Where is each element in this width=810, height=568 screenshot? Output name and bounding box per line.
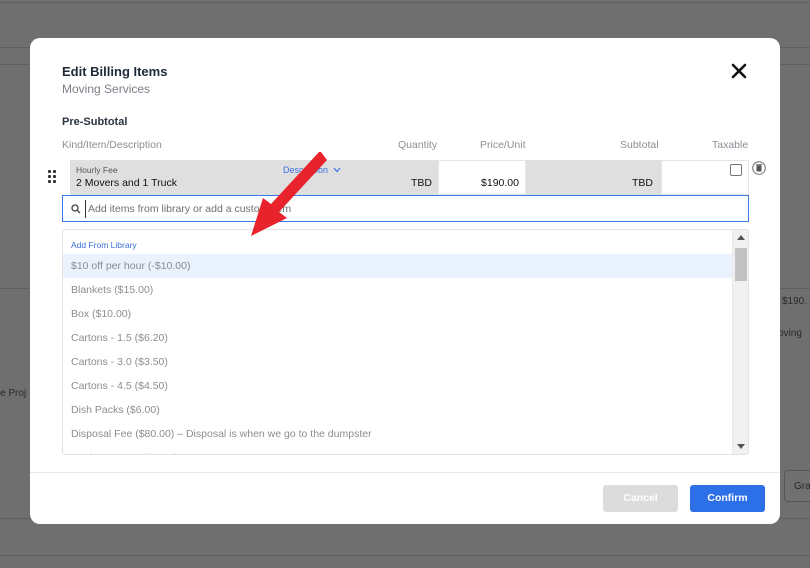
trash-icon bbox=[752, 161, 766, 175]
library-dropdown[interactable]: Add From Library $10 off per hour (-$10.… bbox=[62, 229, 749, 455]
drag-handle-icon[interactable] bbox=[48, 170, 58, 184]
dropdown-scrollbar[interactable] bbox=[732, 230, 748, 454]
bg-price-text: $190. bbox=[782, 296, 808, 307]
taxable-checkbox[interactable] bbox=[730, 164, 742, 176]
scroll-up-arrow-icon[interactable] bbox=[737, 235, 745, 240]
library-item[interactable]: Cartons - 1.5 ($6.20) bbox=[63, 326, 732, 350]
library-item[interactable]: Cartons - 4.5 ($4.50) bbox=[63, 374, 732, 398]
section-title-pre-subtotal: Pre-Subtotal bbox=[62, 116, 128, 128]
library-item[interactable]: Blankets ($15.00) bbox=[63, 278, 732, 302]
bg-project-text: e Proj bbox=[0, 388, 27, 399]
column-header-price: Price/Unit bbox=[480, 139, 526, 151]
column-header-taxable: Taxable bbox=[712, 139, 749, 151]
modal-subtitle: Moving Services bbox=[62, 82, 151, 96]
delete-row-button[interactable] bbox=[752, 161, 766, 175]
dropdown-group-label: Add From Library bbox=[71, 240, 137, 250]
library-item[interactable]: Dish Packs ($6.00) bbox=[63, 398, 732, 422]
library-item[interactable]: Cartons - 3.0 ($3.50) bbox=[63, 350, 732, 374]
close-icon bbox=[731, 63, 747, 79]
footer-divider bbox=[30, 472, 780, 473]
item-quantity: TBD bbox=[411, 177, 432, 189]
price-value: $190.00 bbox=[481, 177, 519, 189]
search-icon bbox=[71, 204, 81, 214]
library-item[interactable]: Disposal Fee ($80.00) – Disposal is when… bbox=[63, 422, 732, 446]
library-search-input[interactable] bbox=[85, 200, 735, 218]
scroll-down-arrow-icon[interactable] bbox=[737, 444, 745, 449]
library-item[interactable]: Equipment Car ($0.00) bbox=[63, 446, 732, 454]
bg-divider bbox=[0, 2, 810, 3]
bg-button-label: Gra bbox=[794, 481, 810, 492]
confirm-button[interactable]: Confirm bbox=[690, 485, 765, 512]
scroll-thumb[interactable] bbox=[735, 248, 747, 281]
bg-divider bbox=[0, 555, 810, 556]
item-name: 2 Movers and 1 Truck bbox=[76, 177, 177, 189]
library-item[interactable]: $10 off per hour (-$10.00) bbox=[63, 254, 732, 278]
subtotal-cell: TBD bbox=[526, 160, 661, 195]
price-input[interactable]: $190.00 bbox=[438, 160, 526, 195]
column-header-quantity: Quantity bbox=[398, 139, 438, 151]
modal-title: Edit Billing Items bbox=[62, 64, 168, 79]
subtotal-value: TBD bbox=[632, 177, 653, 189]
column-header-kind: Kind/Item/Description bbox=[62, 139, 162, 151]
bg-button: Gra bbox=[784, 470, 810, 502]
close-button[interactable] bbox=[730, 62, 748, 80]
library-item[interactable]: Box ($10.00) bbox=[63, 302, 732, 326]
library-search-box[interactable] bbox=[62, 195, 749, 222]
bg-moving-text: oving bbox=[778, 328, 802, 339]
item-kind: Hourly Fee bbox=[76, 165, 118, 175]
cancel-button[interactable]: Cancel bbox=[603, 485, 678, 512]
edit-billing-modal: Edit Billing Items Moving Services Pre-S… bbox=[30, 38, 780, 524]
column-header-subtotal: Subtotal bbox=[620, 139, 659, 151]
annotation-arrow-icon bbox=[251, 152, 327, 236]
